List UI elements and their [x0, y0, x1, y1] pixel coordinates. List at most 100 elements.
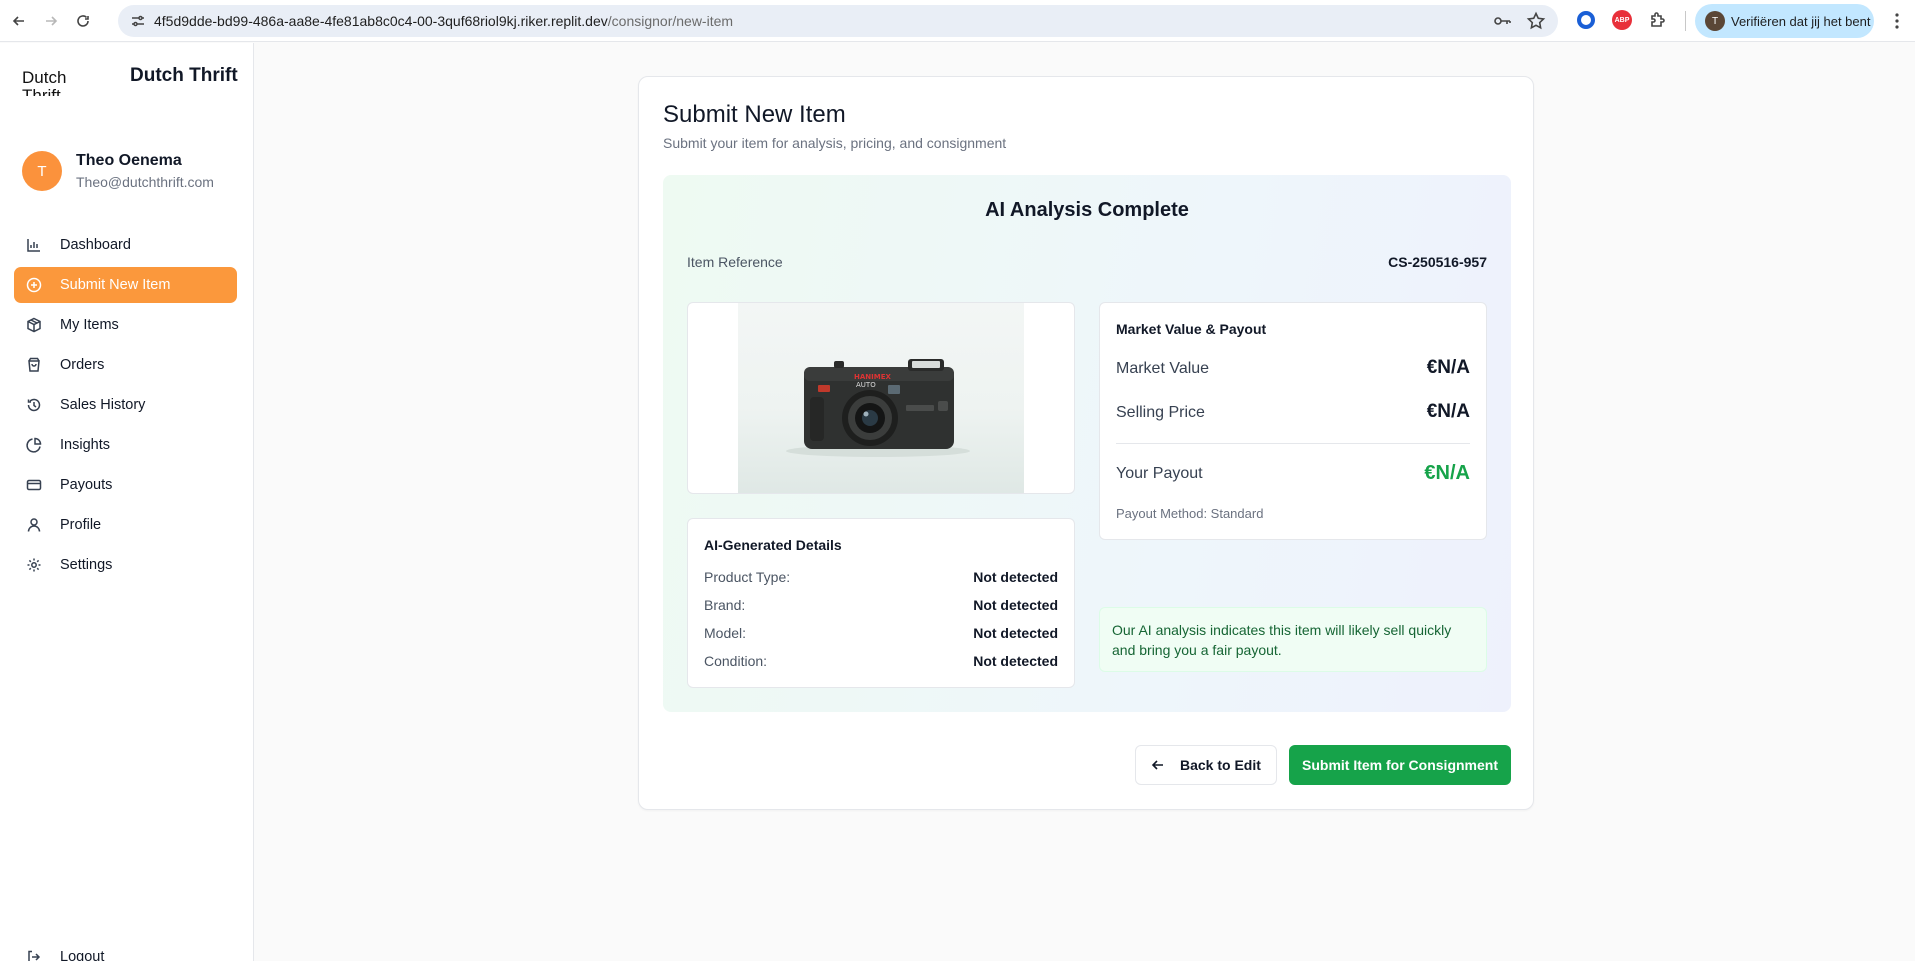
detail-value: Not detected [973, 597, 1058, 613]
user-email: Theo@dutchthrift.com [76, 174, 214, 190]
payout-method: Payout Method: Standard [1116, 506, 1264, 521]
profile-verify-button[interactable]: T Verifiëren dat jij het bent [1695, 4, 1874, 38]
sidebar: Dutch Thrift Dutch Thrift T Theo Oenema … [0, 43, 254, 961]
profile-verify-label: Verifiëren dat jij het bent [1731, 13, 1871, 29]
sidebar-item-sales-history[interactable]: Sales History [14, 387, 237, 423]
sidebar-nav: Dashboard Submit New Item My Items Order… [14, 227, 237, 587]
password-key-icon[interactable] [1492, 11, 1512, 36]
analysis-panel: AI Analysis Complete Item Reference CS-2… [663, 175, 1511, 712]
sidebar-item-label: Profile [60, 517, 102, 533]
selling-price-label: Selling Price [1116, 404, 1205, 421]
ai-details-card: AI-Generated Details Product Type: Not d… [687, 518, 1075, 688]
sidebar-item-label: Payouts [60, 477, 113, 493]
arrow-left-icon [1151, 760, 1163, 770]
brand-logo-broken-image[interactable]: Dutch Thrift [20, 62, 88, 97]
profile-avatar: T [1705, 11, 1725, 31]
adblock-plus-icon[interactable]: ABP [1610, 8, 1634, 32]
detail-label: Brand: [704, 597, 746, 613]
logout-button[interactable]: Logout [26, 949, 104, 961]
back-arrow-icon[interactable] [6, 8, 32, 34]
bar-chart-icon [26, 237, 42, 253]
detail-row-product-type: Product Type: Not detected [704, 569, 1058, 589]
detail-row-model: Model: Not detected [704, 625, 1058, 645]
logout-label: Logout [60, 949, 105, 961]
sidebar-item-settings[interactable]: Settings [14, 547, 237, 583]
item-reference-value: CS-250516-957 [1388, 254, 1487, 270]
bookmark-star-icon[interactable] [1526, 11, 1546, 36]
ai-sell-note: Our AI analysis indicates this item will… [1099, 607, 1487, 672]
forward-arrow-icon[interactable] [38, 8, 64, 34]
sidebar-item-profile[interactable]: Profile [14, 507, 237, 543]
back-to-edit-button[interactable]: Back to Edit [1135, 745, 1277, 785]
svg-text:HANIMEX: HANIMEX [854, 373, 891, 381]
sidebar-item-label: My Items [60, 317, 119, 333]
detail-value: Not detected [973, 569, 1058, 585]
detail-label: Product Type: [704, 569, 791, 585]
browser-toolbar: 4f5d9dde-bd99-486a-aa8e-4fe81ab8c0c4-00-… [0, 0, 1915, 42]
extensions-puzzle-icon[interactable] [1646, 8, 1670, 32]
site-settings-icon[interactable] [128, 11, 148, 31]
selling-price-amount: €N/A [1426, 401, 1470, 422]
url-path: /consignor/new-item [607, 13, 734, 29]
user-icon [26, 517, 42, 533]
pie-chart-icon [26, 437, 42, 453]
brand-name: Dutch Thrift [130, 65, 238, 86]
history-icon [26, 397, 42, 413]
detail-value: Not detected [973, 653, 1058, 669]
logout-icon [28, 950, 41, 961]
payout-label: Your Payout [1116, 465, 1203, 482]
more-menu-icon[interactable] [1886, 10, 1908, 32]
detail-label: Model: [704, 625, 747, 641]
market-divider [1116, 443, 1470, 444]
item-reference-label: Item Reference [687, 254, 783, 270]
gear-icon [26, 557, 42, 573]
item-photo-camera: HANIMEX AUTO [738, 303, 1024, 493]
url-text: 4f5d9dde-bd99-486a-aa8e-4fe81ab8c0c4-00-… [154, 13, 733, 29]
sidebar-item-label: Dashboard [60, 237, 131, 253]
page-subtitle: Submit your item for analysis, pricing, … [663, 135, 1007, 151]
payout-row: Your Payout €N/A [1116, 462, 1470, 488]
shopping-bag-icon [26, 357, 42, 373]
url-host: 4f5d9dde-bd99-486a-aa8e-4fe81ab8c0c4-00-… [154, 13, 608, 29]
ai-details-title: AI-Generated Details [704, 537, 842, 553]
toolbar-divider [1685, 11, 1686, 31]
sidebar-item-insights[interactable]: Insights [14, 427, 237, 463]
market-value-row: Market Value €N/A [1116, 357, 1470, 383]
sidebar-item-label: Submit New Item [60, 277, 171, 293]
detail-row-condition: Condition: Not detected [704, 653, 1058, 673]
user-profile: T Theo Oenema Theo@dutchthrift.com [22, 151, 214, 191]
sidebar-item-my-items[interactable]: My Items [14, 307, 237, 343]
credit-card-icon [26, 477, 42, 493]
sidebar-item-label: Insights [60, 437, 110, 453]
analysis-title: AI Analysis Complete [985, 199, 1189, 221]
page-title: Submit New Item [663, 101, 846, 128]
sidebar-item-dashboard[interactable]: Dashboard [14, 227, 237, 263]
sidebar-item-payouts[interactable]: Payouts [14, 467, 237, 503]
camera-illustration: HANIMEX AUTO [786, 359, 970, 457]
submit-item-card: Submit New Item Submit your item for ana… [638, 76, 1534, 810]
back-to-edit-label: Back to Edit [1180, 757, 1261, 773]
sidebar-item-label: Sales History [60, 397, 146, 413]
address-bar[interactable]: 4f5d9dde-bd99-486a-aa8e-4fe81ab8c0c4-00-… [118, 5, 1558, 37]
submit-for-consignment-button[interactable]: Submit Item for Consignment [1289, 745, 1511, 785]
sidebar-item-orders[interactable]: Orders [14, 347, 237, 383]
detail-value: Not detected [973, 625, 1058, 641]
detail-row-brand: Brand: Not detected [704, 597, 1058, 617]
reload-icon[interactable] [70, 8, 96, 34]
market-value-label: Market Value [1116, 360, 1210, 377]
svg-text:AUTO: AUTO [856, 381, 876, 389]
sidebar-item-submit-new-item[interactable]: Submit New Item [14, 267, 237, 303]
sidebar-header: Dutch Thrift Dutch Thrift [20, 62, 240, 96]
market-value-amount: €N/A [1426, 357, 1470, 378]
sidebar-item-label: Settings [60, 557, 113, 573]
selling-price-row: Selling Price €N/A [1116, 401, 1470, 427]
detail-label: Condition: [704, 653, 768, 669]
user-name: Theo Oenema [76, 152, 182, 169]
avatar: T [22, 151, 62, 191]
item-photo-frame: HANIMEX AUTO [687, 302, 1075, 494]
payout-amount: €N/A [1424, 462, 1470, 484]
market-card-title: Market Value & Payout [1116, 321, 1267, 337]
plus-circle-icon [26, 277, 42, 293]
extension-ring-icon[interactable] [1574, 8, 1598, 32]
market-value-card: Market Value & Payout Market Value €N/A … [1099, 302, 1487, 540]
